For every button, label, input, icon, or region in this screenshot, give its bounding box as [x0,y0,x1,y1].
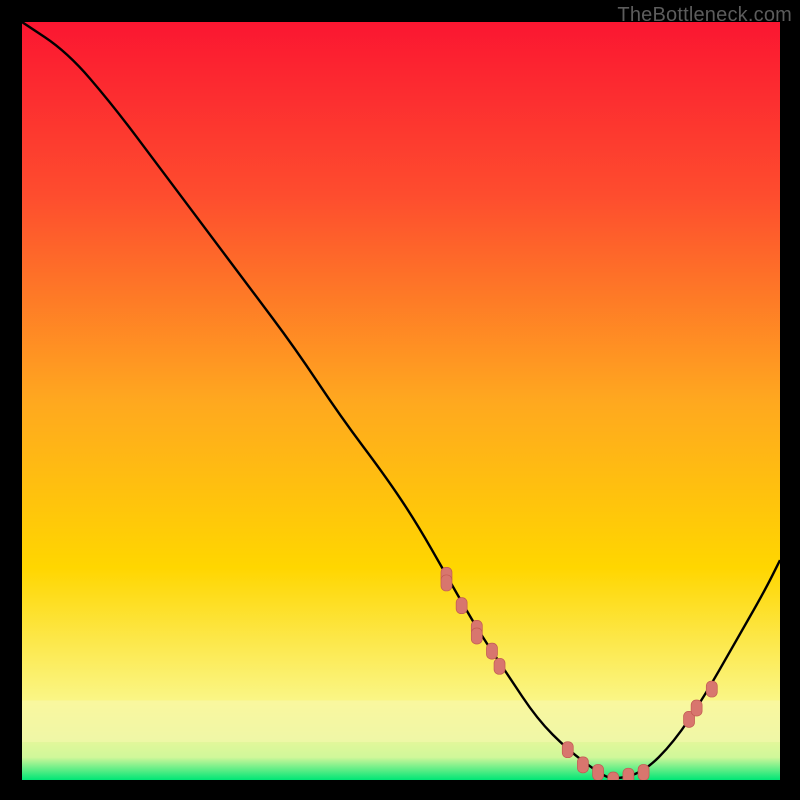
data-marker [638,764,649,780]
chart-frame: TheBottleneck.com [0,0,800,800]
data-marker [577,757,588,773]
data-marker [691,700,702,716]
data-marker [486,643,497,659]
plot-area [22,22,780,780]
data-marker [456,598,467,614]
data-marker [471,628,482,644]
chart-svg [22,22,780,780]
data-marker [593,764,604,780]
data-marker [623,768,634,780]
data-marker [562,742,573,758]
highlight-band [22,700,780,742]
data-marker [706,681,717,697]
watermark-text: TheBottleneck.com [617,4,792,27]
data-marker [608,772,619,780]
data-marker [494,658,505,674]
data-marker [441,575,452,591]
